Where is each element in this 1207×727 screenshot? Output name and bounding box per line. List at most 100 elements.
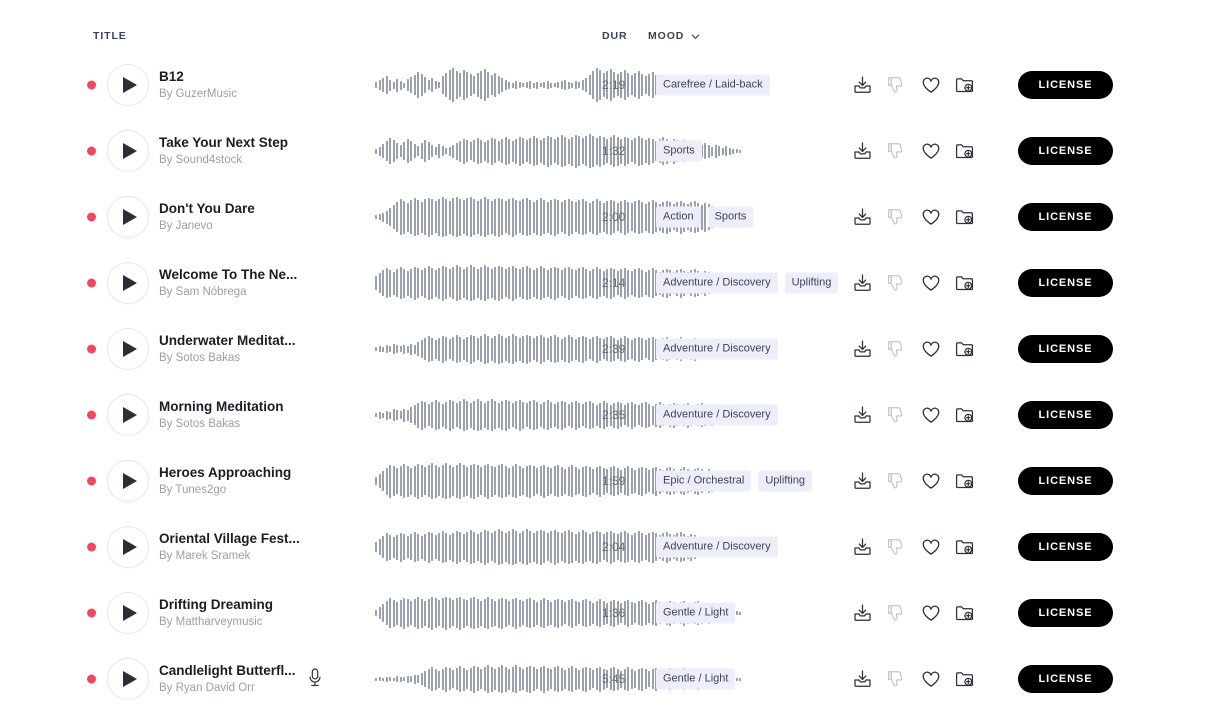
download-icon[interactable] [852,471,873,492]
track-title[interactable]: Don't You Dare [159,200,301,217]
folder-add-icon[interactable] [954,603,975,624]
license-button[interactable]: LICENSE [1018,599,1113,627]
thumbs-down-icon[interactable] [886,207,907,228]
track-row[interactable]: Heroes Approaching By Tunes2go 1:59 Epic… [0,448,1207,514]
heart-icon[interactable] [920,141,941,162]
heart-icon[interactable] [920,669,941,690]
track-artist[interactable]: By Janevo [159,218,301,234]
track-title[interactable]: Take Your Next Step [159,134,301,151]
mood-tag[interactable]: Adventure / Discovery [656,404,778,426]
track-row[interactable]: Drifting Dreaming By Mattharveymusic 1:3… [0,580,1207,646]
thumbs-down-icon[interactable] [886,75,907,96]
license-button[interactable]: LICENSE [1018,71,1113,99]
track-row[interactable]: Welcome To The Ne... By Sam Nóbrega 2:14… [0,250,1207,316]
folder-add-icon[interactable] [954,537,975,558]
license-button[interactable]: LICENSE [1018,665,1113,693]
download-icon[interactable] [852,273,873,294]
download-icon[interactable] [852,603,873,624]
track-title[interactable]: Drifting Dreaming [159,596,301,613]
mood-tag[interactable]: Adventure / Discovery [656,536,778,558]
track-artist[interactable]: By GuzerMusic [159,86,301,102]
track-artist[interactable]: By Marek Sramek [159,548,301,564]
license-button[interactable]: LICENSE [1018,533,1113,561]
folder-add-icon[interactable] [954,207,975,228]
folder-add-icon[interactable] [954,273,975,294]
license-button[interactable]: LICENSE [1018,335,1113,363]
track-row[interactable]: Candlelight Butterfl... By Ryan David Or… [0,646,1207,712]
play-button[interactable] [107,592,149,634]
license-button[interactable]: LICENSE [1018,401,1113,429]
play-button[interactable] [107,130,149,172]
track-artist[interactable]: By Ryan David Orr [159,680,301,696]
play-button[interactable] [107,460,149,502]
folder-add-icon[interactable] [954,75,975,96]
waveform[interactable] [375,62,741,108]
heart-icon[interactable] [920,537,941,558]
mood-tag[interactable]: Gentle / Light [656,602,736,624]
track-artist[interactable]: By Sotos Bakas [159,350,301,366]
thumbs-down-icon[interactable] [886,669,907,690]
folder-add-icon[interactable] [954,141,975,162]
waveform[interactable] [375,260,741,306]
thumbs-down-icon[interactable] [886,141,907,162]
track-title[interactable]: Oriental Village Fest... [159,530,301,547]
download-icon[interactable] [852,339,873,360]
mood-tag[interactable]: Epic / Orchestral [656,470,752,492]
heart-icon[interactable] [920,405,941,426]
waveform[interactable] [375,392,741,438]
waveform[interactable] [375,590,741,636]
play-button[interactable] [107,196,149,238]
track-title[interactable]: Underwater Meditat... [159,332,301,349]
mood-tag[interactable]: Gentle / Light [656,668,736,690]
waveform[interactable] [375,524,727,570]
track-title[interactable]: Candlelight Butterfl... [159,662,301,679]
mood-tag[interactable]: Carefree / Laid-back [656,74,770,96]
track-title[interactable]: Welcome To The Ne... [159,266,301,283]
waveform[interactable] [375,194,741,240]
download-icon[interactable] [852,141,873,162]
play-button[interactable] [107,658,149,700]
play-button[interactable] [107,328,149,370]
heart-icon[interactable] [920,207,941,228]
track-row[interactable]: Oriental Village Fest... By Marek Sramek… [0,514,1207,580]
license-button[interactable]: LICENSE [1018,137,1113,165]
thumbs-down-icon[interactable] [886,471,907,492]
download-icon[interactable] [852,669,873,690]
play-button[interactable] [107,64,149,106]
heart-icon[interactable] [920,603,941,624]
track-title[interactable]: Heroes Approaching [159,464,301,481]
folder-add-icon[interactable] [954,405,975,426]
thumbs-down-icon[interactable] [886,339,907,360]
thumbs-down-icon[interactable] [886,537,907,558]
track-artist[interactable]: By Sound4stock [159,152,301,168]
track-title[interactable]: Morning Meditation [159,398,301,415]
folder-add-icon[interactable] [954,339,975,360]
column-header-mood[interactable]: MOOD [648,30,700,42]
play-button[interactable] [107,526,149,568]
track-row[interactable]: B12 By GuzerMusic 2:19 Carefree / Laid-b… [0,52,1207,118]
mood-tag[interactable]: Sports [707,206,754,228]
mood-tag[interactable]: Adventure / Discovery [656,272,778,294]
track-artist[interactable]: By Tunes2go [159,482,301,498]
track-row[interactable]: Underwater Meditat... By Sotos Bakas 2:3… [0,316,1207,382]
license-button[interactable]: LICENSE [1018,467,1113,495]
heart-icon[interactable] [920,75,941,96]
license-button[interactable]: LICENSE [1018,269,1113,297]
track-row[interactable]: Take Your Next Step By Sound4stock 1:32 … [0,118,1207,184]
folder-add-icon[interactable] [954,471,975,492]
download-icon[interactable] [852,75,873,96]
waveform[interactable] [375,128,741,174]
mood-tag[interactable]: Sports [656,140,702,162]
folder-add-icon[interactable] [954,669,975,690]
thumbs-down-icon[interactable] [886,603,907,624]
track-artist[interactable]: By Sotos Bakas [159,416,301,432]
download-icon[interactable] [852,537,873,558]
play-button[interactable] [107,394,149,436]
download-icon[interactable] [852,207,873,228]
mood-tag[interactable]: Action [656,206,701,228]
track-title[interactable]: B12 [159,68,301,85]
mood-tag[interactable]: Uplifting [758,470,813,492]
heart-icon[interactable] [920,471,941,492]
track-artist[interactable]: By Mattharveymusic [159,614,301,630]
track-row[interactable]: Morning Meditation By Sotos Bakas 2:35 A… [0,382,1207,448]
